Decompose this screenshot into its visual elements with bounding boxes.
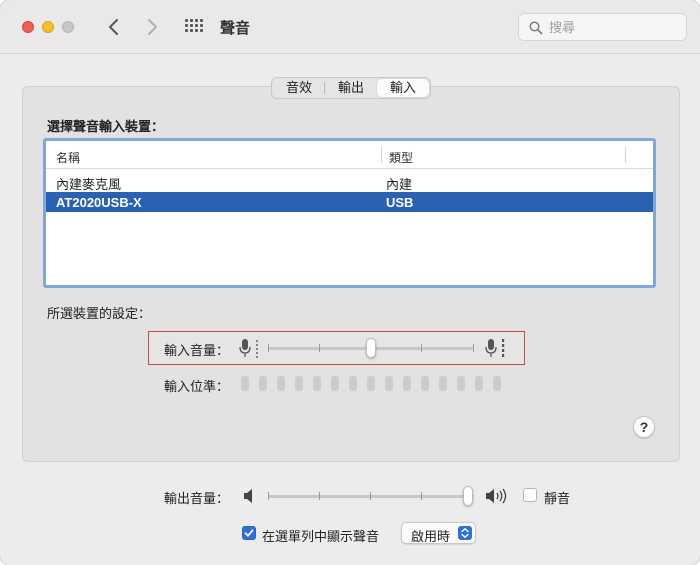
level-meter-segment bbox=[349, 376, 357, 391]
speaker-high-icon bbox=[486, 488, 507, 504]
slider-tick bbox=[319, 344, 320, 352]
level-meter-segment bbox=[277, 376, 285, 391]
level-meter-segment bbox=[313, 376, 321, 391]
device-name-cell: AT2020USB-X bbox=[56, 195, 142, 210]
microphone-high-icon bbox=[485, 339, 505, 357]
checkmark-icon bbox=[244, 529, 254, 537]
slider-tick bbox=[370, 492, 371, 500]
slider-tick bbox=[268, 492, 269, 500]
popup-selected-value: 啟用時 bbox=[411, 529, 451, 544]
show-in-menubar-checkbox[interactable] bbox=[242, 526, 256, 540]
search-icon bbox=[529, 21, 543, 35]
level-meter-segment bbox=[457, 376, 465, 391]
output-volume-label: 輸出音量： bbox=[164, 491, 230, 506]
zoom-window-button[interactable] bbox=[62, 21, 74, 33]
input-device-section-title: 選擇聲音輸入裝置： bbox=[47, 119, 165, 134]
back-button[interactable] bbox=[104, 15, 124, 39]
mute-checkbox[interactable] bbox=[523, 488, 537, 502]
microphone-low-icon bbox=[239, 339, 258, 358]
chevron-left-icon bbox=[109, 19, 118, 35]
level-meter-segment bbox=[475, 376, 483, 391]
column-divider bbox=[381, 147, 382, 163]
updown-arrows-icon bbox=[458, 526, 472, 540]
level-meter-segment bbox=[403, 376, 411, 391]
help-button[interactable]: ? bbox=[633, 416, 655, 438]
slider-tick bbox=[421, 492, 422, 500]
show-in-menubar-label: 在選單列中顯示聲音 bbox=[262, 529, 380, 544]
sound-preferences-window: 聲音 音效 輸出 輸入 選擇聲音輸入裝置： 名稱 類型 內建麥克風 內建 AT2… bbox=[0, 0, 700, 565]
level-meter-segment bbox=[439, 376, 447, 391]
level-meter-segment bbox=[259, 376, 267, 391]
column-header-type[interactable]: 類型 bbox=[389, 149, 413, 166]
level-meter-segment bbox=[241, 376, 249, 391]
column-header-name[interactable]: 名稱 bbox=[56, 149, 80, 166]
level-meter-segment bbox=[331, 376, 339, 391]
speaker-low-icon bbox=[244, 489, 252, 503]
table-row-selected[interactable]: AT2020USB-X USB bbox=[46, 192, 653, 212]
level-meter-segment bbox=[493, 376, 501, 391]
forward-button[interactable] bbox=[142, 15, 162, 39]
search-field[interactable] bbox=[518, 13, 687, 41]
tab-sound-effects[interactable]: 音效 bbox=[273, 78, 326, 98]
window-title: 聲音 bbox=[220, 20, 251, 37]
slider-tick bbox=[421, 344, 422, 352]
level-meter-segment bbox=[367, 376, 375, 391]
column-divider bbox=[625, 147, 626, 163]
slider-tick bbox=[319, 492, 320, 500]
titlebar: 聲音 bbox=[0, 0, 700, 54]
device-name-cell: 內建麥克風 bbox=[56, 177, 122, 192]
level-meter-segment bbox=[295, 376, 303, 391]
slider-tick bbox=[473, 344, 474, 352]
device-type-cell: 內建 bbox=[386, 177, 413, 192]
device-type-cell: USB bbox=[386, 195, 414, 210]
output-volume-slider-knob[interactable] bbox=[463, 486, 473, 506]
table-header: 名稱 類型 bbox=[46, 141, 653, 169]
show-in-menubar-popup[interactable]: 啟用時 bbox=[401, 522, 476, 544]
slider-tick bbox=[268, 344, 269, 352]
level-meter-segment bbox=[385, 376, 393, 391]
tab-bar: 音效 輸出 輸入 bbox=[271, 77, 432, 99]
minimize-window-button[interactable] bbox=[42, 21, 54, 33]
input-device-table[interactable]: 名稱 類型 內建麥克風 內建 AT2020USB-X USB bbox=[43, 138, 656, 288]
input-volume-slider-knob[interactable] bbox=[366, 338, 376, 358]
search-input[interactable] bbox=[549, 18, 679, 36]
tab-input[interactable]: 輸入 bbox=[377, 79, 430, 97]
table-row[interactable]: 內建麥克風 內建 bbox=[46, 171, 653, 192]
level-meter-segment bbox=[421, 376, 429, 391]
mute-label: 靜音 bbox=[544, 491, 571, 506]
input-level-label: 輸入位準： bbox=[164, 379, 230, 394]
input-volume-label: 輸入音量： bbox=[164, 343, 230, 358]
selected-device-settings-label: 所選裝置的設定： bbox=[47, 306, 152, 321]
close-window-button[interactable] bbox=[22, 21, 34, 33]
output-volume-track[interactable] bbox=[268, 495, 474, 498]
tab-output[interactable]: 輸出 bbox=[325, 78, 377, 98]
chevron-right-icon bbox=[148, 19, 157, 35]
show-all-grid-icon[interactable] bbox=[185, 19, 203, 33]
